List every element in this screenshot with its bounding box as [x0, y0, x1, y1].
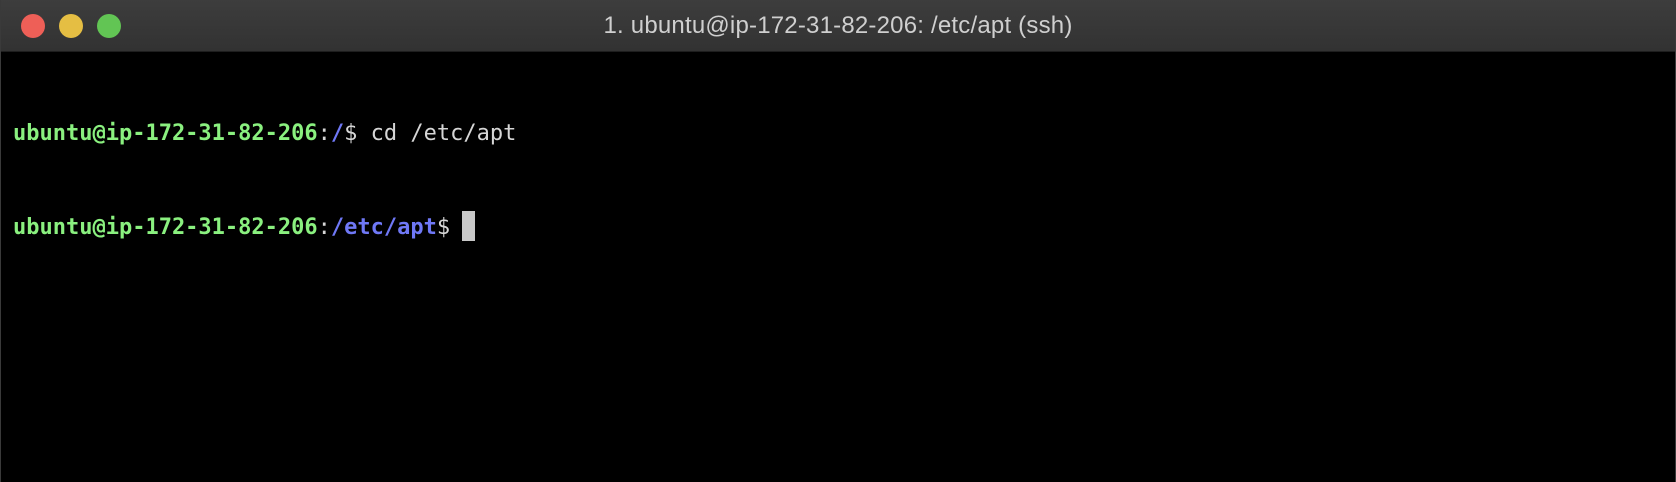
prompt-symbol: $	[436, 215, 451, 240]
prompt-separator: :	[317, 215, 331, 240]
terminal-output[interactable]: ubuntu@ip-172-31-82-206:/$ cd /etc/apt u…	[13, 56, 1663, 482]
prompt-path: /etc/apt	[330, 215, 437, 240]
terminal-line: ubuntu@ip-172-31-82-206:/etc/apt$	[13, 211, 1663, 242]
terminal-line: ubuntu@ip-172-31-82-206:/$ cd /etc/apt	[13, 118, 1663, 149]
prompt-path: /	[330, 121, 345, 146]
command-text: cd /etc/apt	[370, 121, 517, 146]
text-cursor	[462, 211, 476, 241]
terminal-window: 1. ubuntu@ip-172-31-82-206: /etc/apt (ss…	[0, 0, 1676, 482]
prompt-separator: :	[317, 121, 331, 146]
prompt-user-host: ubuntu@ip-172-31-82-206	[13, 121, 318, 146]
window-title: 1. ubuntu@ip-172-31-82-206: /etc/apt (ss…	[603, 12, 1073, 39]
title-bar[interactable]: 1. ubuntu@ip-172-31-82-206: /etc/apt (ss…	[1, 0, 1675, 52]
prompt-user-host: ubuntu@ip-172-31-82-206	[13, 215, 318, 240]
prompt-symbol: $	[344, 121, 371, 146]
